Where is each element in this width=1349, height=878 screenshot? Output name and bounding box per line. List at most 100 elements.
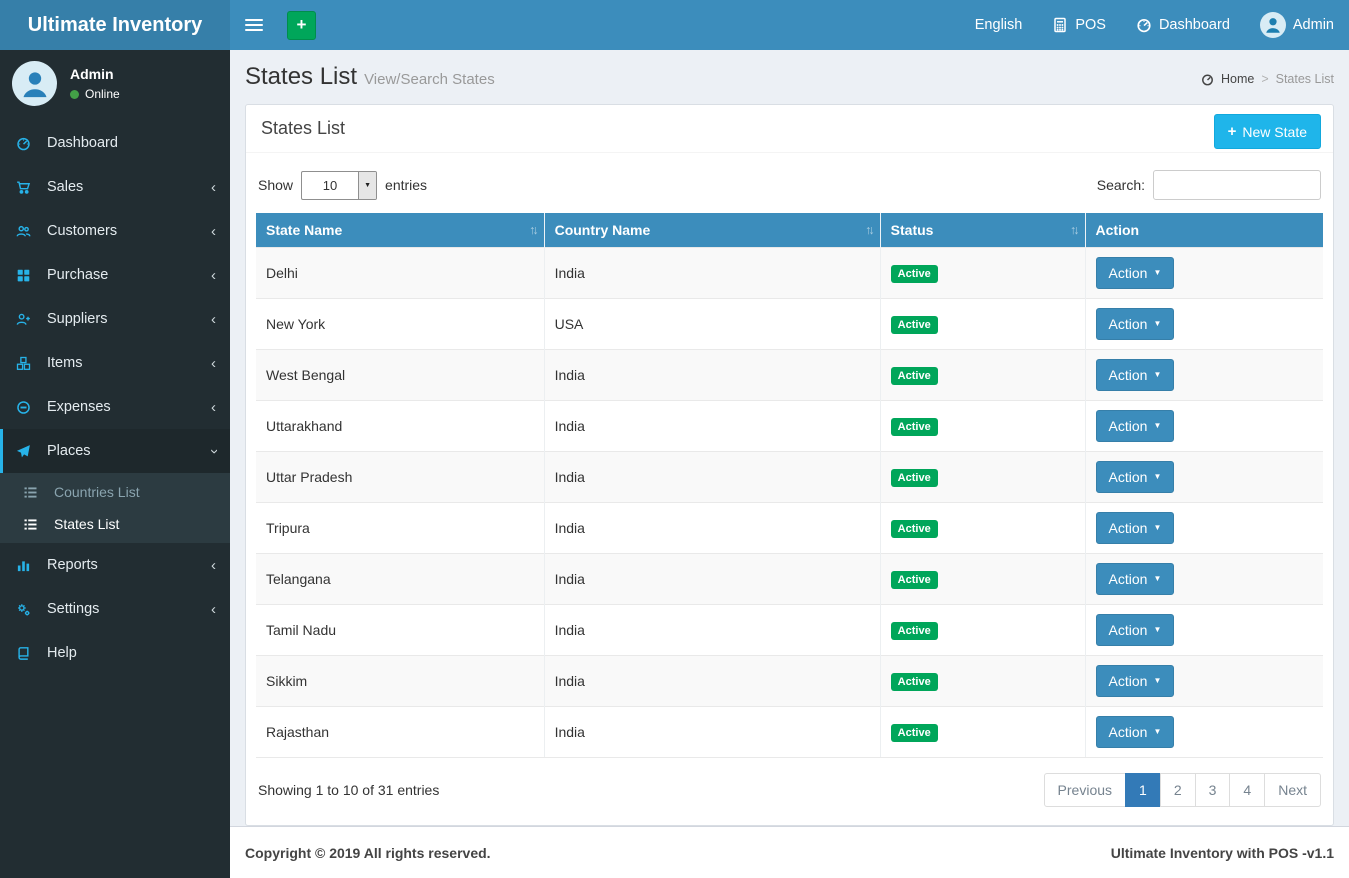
- sidebar-item-states-list[interactable]: States List: [0, 508, 230, 540]
- pagination-previous[interactable]: Previous: [1043, 773, 1127, 807]
- action-dropdown-button[interactable]: Action ▼: [1095, 665, 1175, 697]
- sidebar-item-label: Expenses: [47, 399, 111, 415]
- states-table: State Name ↑↓ Country Name ↑↓ Status ↑↓: [256, 213, 1323, 758]
- status-badge: Active: [890, 621, 938, 640]
- table-row: Sikkim India Active Action ▼: [256, 655, 1323, 707]
- status-cell: Active: [879, 604, 1086, 656]
- action-dropdown-button[interactable]: Action ▼: [1095, 614, 1175, 646]
- quick-add-button[interactable]: +: [287, 10, 316, 40]
- breadcrumb-home[interactable]: Home: [1221, 72, 1254, 86]
- cart-icon: [16, 180, 38, 195]
- user-name: Admin: [70, 66, 114, 82]
- sidebar-item-label: Suppliers: [47, 311, 108, 327]
- action-cell: Action ▼: [1084, 604, 1323, 656]
- state-name-cell: New York: [256, 298, 545, 350]
- action-dropdown-button[interactable]: Action ▼: [1095, 359, 1175, 391]
- caret-down-icon: ▼: [1153, 574, 1162, 583]
- sidebar-item-reports[interactable]: Reports ‹: [0, 543, 230, 587]
- pagination-page-4[interactable]: 4: [1229, 773, 1266, 807]
- dashboard-icon: [1136, 17, 1152, 33]
- pos-link[interactable]: POS: [1052, 17, 1106, 33]
- chevron-left-icon: ‹: [211, 556, 216, 574]
- navbar-main: + English POS Dashboard Admin: [230, 0, 1349, 50]
- sidebar-item-dashboard[interactable]: Dashboard: [0, 121, 230, 165]
- pagination-page-2[interactable]: 2: [1159, 773, 1196, 807]
- table-body: Delhi India Active Action ▼ New York USA…: [256, 247, 1323, 758]
- dashboard-link[interactable]: Dashboard: [1136, 17, 1230, 33]
- sidebar-item-help[interactable]: Help: [0, 631, 230, 675]
- card-body: Show 10 ▼ entries Search: State Name ↑↓ …: [246, 153, 1333, 825]
- pagination-page-3[interactable]: 3: [1194, 773, 1231, 807]
- status-badge: Active: [890, 723, 938, 742]
- country-name-cell: India: [543, 502, 881, 554]
- action-dropdown-button[interactable]: Action ▼: [1095, 257, 1175, 289]
- show-label: Show: [258, 177, 294, 193]
- table-row: Delhi India Active Action ▼: [256, 247, 1323, 299]
- sidebar-item-label: Settings: [47, 601, 100, 617]
- search-input[interactable]: [1153, 170, 1321, 200]
- sidebar-item-purchase[interactable]: Purchase ‹: [0, 253, 230, 297]
- sidebar-item-label: Items: [47, 355, 83, 371]
- breadcrumb: Home > States List: [1201, 72, 1334, 86]
- action-dropdown-button[interactable]: Action ▼: [1095, 461, 1175, 493]
- action-cell: Action ▼: [1084, 400, 1323, 452]
- sidebar-item-label: Dashboard: [47, 135, 118, 151]
- main-content: States List View/Search States Home > Sta…: [230, 50, 1349, 826]
- sidebar-item-settings[interactable]: Settings ‹: [0, 587, 230, 631]
- chevron-left-icon: ‹: [211, 310, 216, 328]
- page-footer: Copyright © 2019 All rights reserved. Ul…: [230, 826, 1349, 878]
- user-menu[interactable]: Admin: [1259, 12, 1334, 38]
- plus-icon: +: [1227, 123, 1237, 140]
- action-dropdown-button[interactable]: Action ▼: [1095, 563, 1175, 595]
- table-row: Tamil Nadu India Active Action ▼: [256, 604, 1323, 656]
- status-cell: Active: [879, 298, 1086, 350]
- caret-down-icon: ▼: [1153, 676, 1162, 685]
- action-cell: Action ▼: [1084, 706, 1323, 758]
- select-arrow-icon: ▼: [358, 171, 377, 199]
- sidebar-item-places[interactable]: Places ‹: [0, 429, 230, 473]
- caret-down-icon: ▼: [1153, 523, 1162, 532]
- action-dropdown-button[interactable]: Action ▼: [1095, 716, 1175, 748]
- sidebar-item-customers[interactable]: Customers ‹: [0, 209, 230, 253]
- column-header-country-name[interactable]: Country Name ↑↓: [543, 213, 881, 248]
- column-header-status[interactable]: Status ↑↓: [879, 213, 1086, 248]
- sidebar-item-label: States List: [54, 516, 120, 532]
- sidebar-item-items[interactable]: Items ‹: [0, 341, 230, 385]
- table-head: State Name ↑↓ Country Name ↑↓ Status ↑↓: [256, 213, 1323, 248]
- user-plus-icon: [16, 312, 38, 327]
- sort-icon: ↑↓: [529, 223, 538, 237]
- sidebar-item-label: Countries List: [54, 484, 140, 500]
- country-name-cell: India: [543, 706, 881, 758]
- pagination-page-1[interactable]: 1: [1125, 773, 1161, 807]
- country-name-cell: India: [543, 247, 881, 299]
- action-dropdown-button[interactable]: Action ▼: [1095, 512, 1175, 544]
- table-row: Telangana India Active Action ▼: [256, 553, 1323, 605]
- calculator-icon: [1052, 17, 1068, 33]
- state-name-cell: Uttarakhand: [256, 400, 545, 452]
- list-icon: [23, 517, 45, 532]
- sidebar-toggle-button[interactable]: [245, 0, 279, 50]
- states-list-card: States List + New State Show 10 ▼ entrie…: [245, 104, 1334, 826]
- column-header-state-name[interactable]: State Name ↑↓: [256, 213, 545, 248]
- action-dropdown-button[interactable]: Action ▼: [1095, 308, 1175, 340]
- action-cell: Action ▼: [1084, 349, 1323, 401]
- status-cell: Active: [879, 502, 1086, 554]
- sidebar-item-countries-list[interactable]: Countries List: [0, 476, 230, 508]
- action-cell: Action ▼: [1084, 451, 1323, 503]
- new-state-button[interactable]: + New State: [1213, 114, 1321, 149]
- page-size-select[interactable]: 10 ▼: [301, 170, 378, 200]
- sidebar-item-sales[interactable]: Sales ‹: [0, 165, 230, 209]
- pagination-next[interactable]: Next: [1264, 773, 1321, 807]
- table-row: West Bengal India Active Action ▼: [256, 349, 1323, 401]
- app-logo[interactable]: Ultimate Inventory: [0, 0, 230, 50]
- sidebar-item-suppliers[interactable]: Suppliers ‹: [0, 297, 230, 341]
- breadcrumb-current: States List: [1275, 72, 1334, 86]
- version-text: Ultimate Inventory with POS -v1.1: [1110, 844, 1334, 861]
- paper-plane-icon: [16, 444, 38, 459]
- content-header: States List View/Search States Home > Sta…: [230, 50, 1349, 91]
- list-icon: [23, 485, 45, 500]
- table-row: New York USA Active Action ▼: [256, 298, 1323, 350]
- action-dropdown-button[interactable]: Action ▼: [1095, 410, 1175, 442]
- sidebar-item-expenses[interactable]: Expenses ‹: [0, 385, 230, 429]
- language-menu[interactable]: English: [975, 17, 1023, 33]
